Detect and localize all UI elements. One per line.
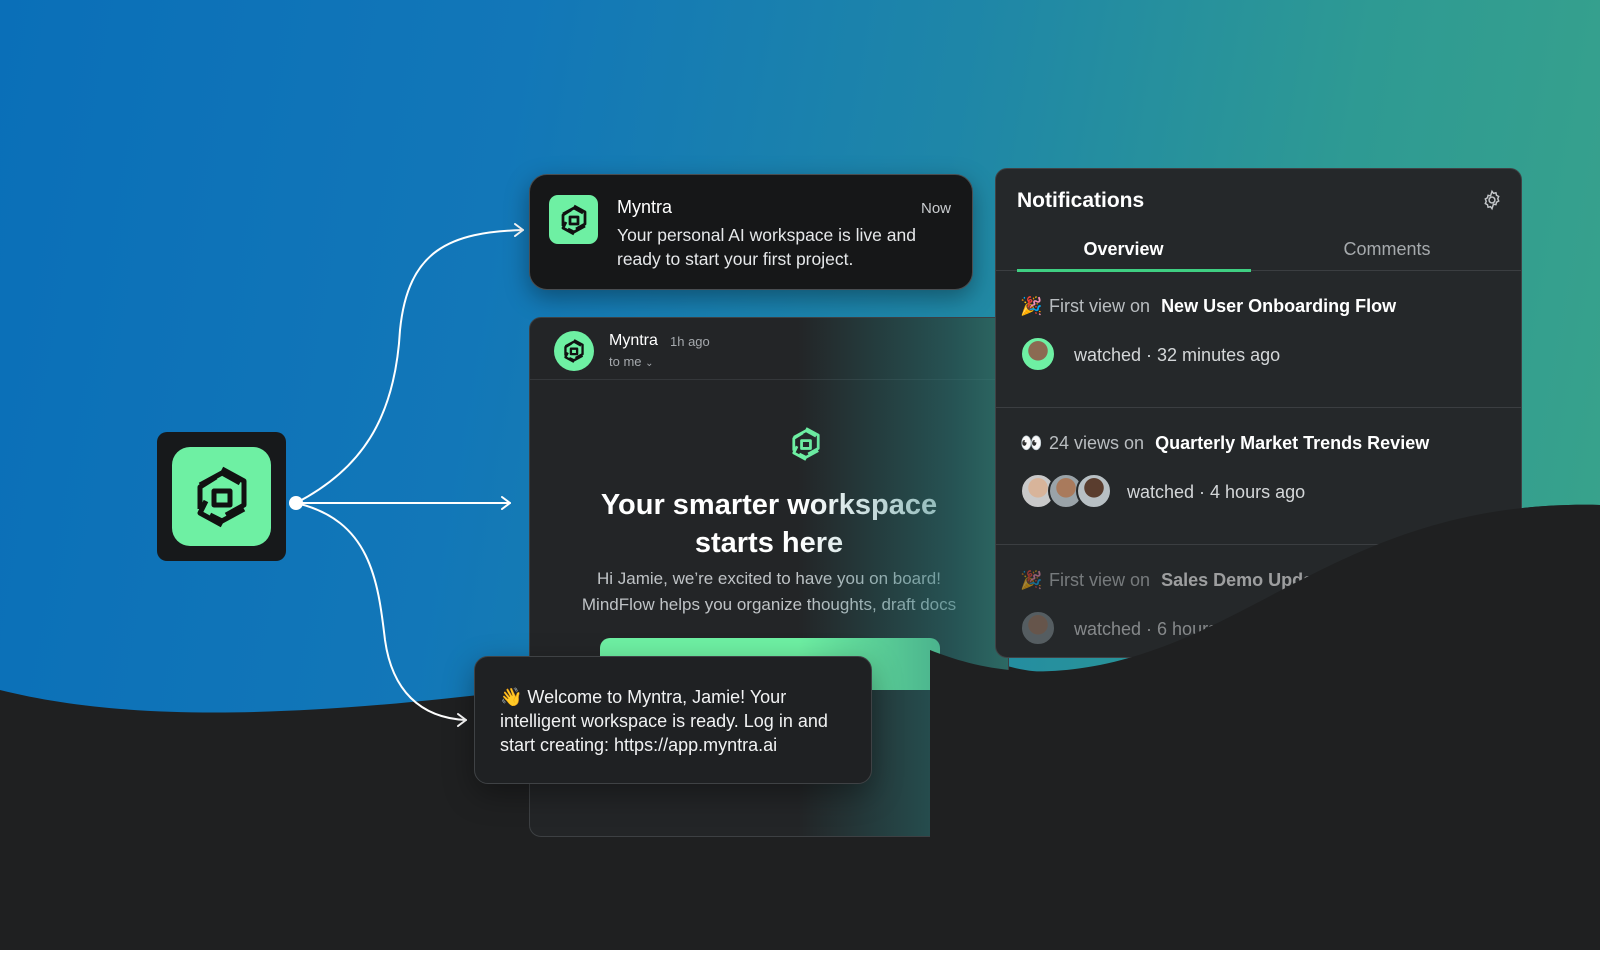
item-status: watched · 4 hours ago — [1127, 482, 1306, 502]
eyes-icon: 👀 — [1020, 433, 1043, 453]
email-recipient[interactable]: to me ⌄ — [609, 354, 654, 369]
party-popper-icon: 🎉 — [1020, 570, 1043, 590]
notification-item[interactable]: 🎉 First view on New User Onboarding Flow… — [996, 272, 1521, 408]
panel-tabs: Overview Comments — [996, 229, 1521, 271]
avatar — [1020, 336, 1056, 372]
panel-title: Notifications — [1017, 189, 1145, 212]
tab-overview[interactable]: Overview — [996, 239, 1251, 260]
app-logo-icon — [172, 447, 271, 546]
push-time: Now — [920, 200, 951, 217]
notification-item[interactable]: 👀 24 views on Quarterly Market Trends Re… — [996, 409, 1521, 545]
sms-message-bubble[interactable]: 👋 Welcome to Myntra, Jamie! Your intelli… — [474, 656, 872, 784]
chevron-down-icon: ⌄ — [645, 358, 654, 369]
email-time: 1h ago — [670, 334, 710, 349]
item-subject[interactable]: New User Onboarding Flow — [1161, 296, 1396, 316]
push-message: Your personal AI workspace is live and r… — [617, 225, 916, 269]
avatar — [1076, 473, 1112, 509]
item-subject[interactable]: Quarterly Market Trends Review — [1155, 433, 1429, 453]
party-popper-icon: 🎉 — [1020, 296, 1043, 316]
viewer-avatars — [1020, 336, 1056, 372]
avatar — [1020, 610, 1056, 646]
item-prefix: First view on — [1049, 296, 1151, 316]
notification-item[interactable]: 🎉 First view on Sales Demo Update watche… — [996, 546, 1521, 657]
gear-icon[interactable] — [1481, 189, 1503, 216]
tab-comments[interactable]: Comments — [1251, 239, 1521, 260]
push-app-name: Myntra — [617, 197, 673, 217]
push-notification[interactable]: Myntra Now Your personal AI workspace is… — [529, 174, 973, 290]
email-sender: Myntra — [609, 332, 658, 349]
notifications-panel: Notifications Overview Comments 🎉 First … — [995, 168, 1522, 658]
sms-text: 👋 Welcome to Myntra, Jamie! Your intelli… — [500, 687, 828, 755]
viewer-avatars — [1020, 610, 1056, 646]
viewer-avatars — [1020, 473, 1112, 509]
sender-avatar-icon — [554, 331, 594, 371]
app-logo-icon — [549, 195, 598, 244]
item-status: watched · 32 minutes ago — [1074, 345, 1281, 365]
item-prefix: First view on — [1049, 570, 1151, 590]
item-prefix: 24 views on — [1049, 433, 1145, 453]
item-subject[interactable]: Sales Demo Update — [1161, 570, 1329, 590]
app-icon-tile[interactable] — [157, 432, 286, 561]
item-status: watched · 6 hours ago — [1074, 619, 1253, 639]
